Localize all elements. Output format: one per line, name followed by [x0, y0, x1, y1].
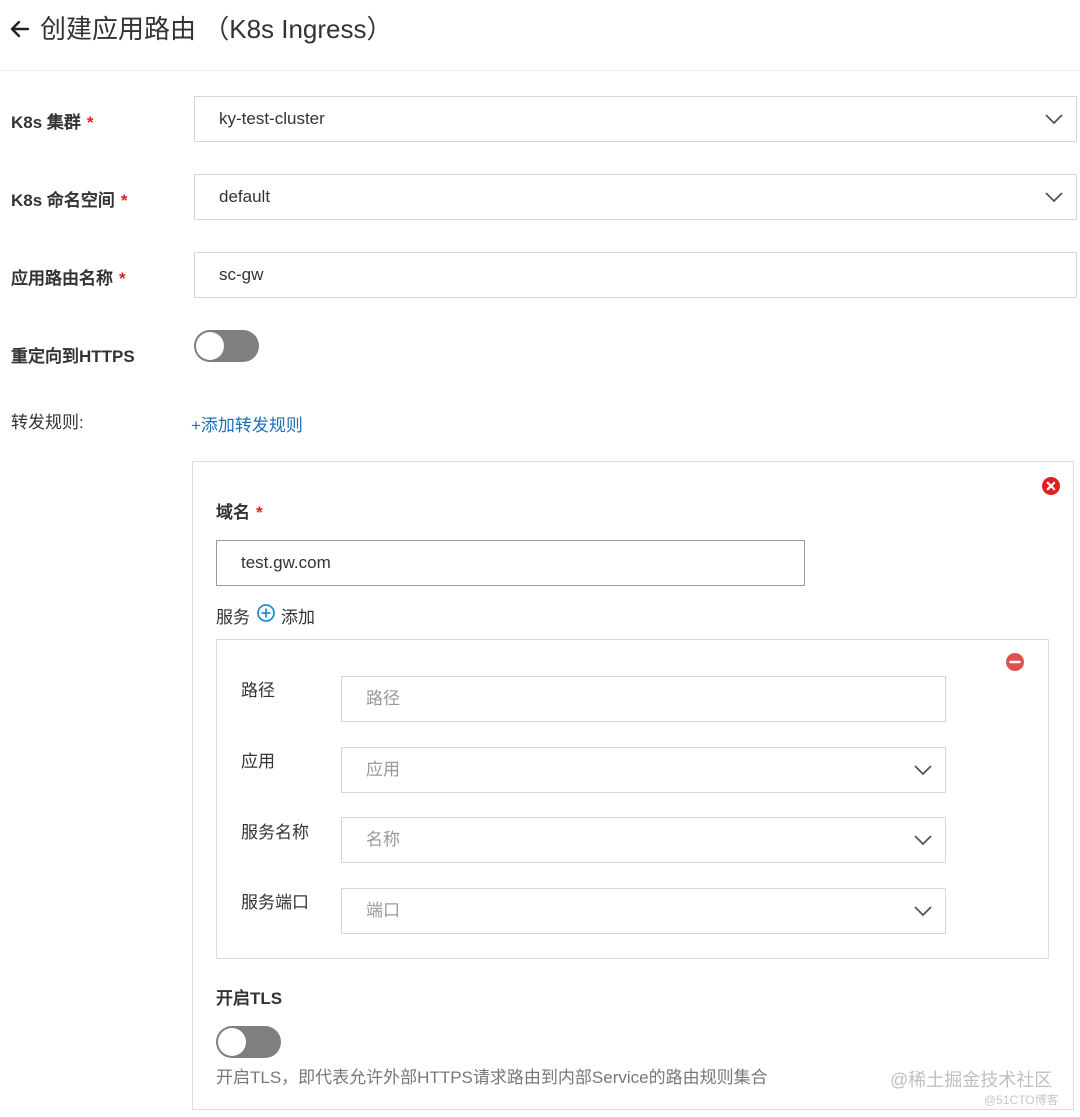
forward-rules-label: 转发规则: [11, 413, 84, 432]
service-name-label: 服务名称 [241, 823, 309, 842]
app-label: 应用 [241, 752, 275, 771]
cluster-select[interactable]: ky-test-cluster [194, 96, 1077, 142]
path-placeholder: 路径 [366, 689, 400, 708]
toggle-knob [218, 1028, 246, 1056]
route-name-input[interactable]: sc-gw [194, 252, 1077, 298]
namespace-label: K8s 命名空间 * [11, 186, 128, 211]
service-label: 服务 [216, 608, 250, 627]
add-circle-icon[interactable] [257, 604, 275, 622]
domain-input[interactable]: test.gw.com [216, 540, 805, 586]
route-name-label-text: 应用路由名称 [11, 269, 113, 288]
required-mark: * [119, 269, 126, 288]
service-name-select[interactable]: 名称 [341, 817, 946, 863]
chevron-down-icon [1045, 114, 1063, 125]
remove-service-icon[interactable] [1006, 653, 1024, 671]
watermark: @稀土掘金技术社区 [890, 1070, 1053, 1090]
route-name-label: 应用路由名称 * [11, 264, 126, 289]
domain-label: 域名 * [216, 498, 263, 523]
cluster-label: K8s 集群 * [11, 108, 94, 133]
cluster-select-value: ky-test-cluster [219, 109, 325, 128]
path-input[interactable]: 路径 [341, 676, 946, 722]
chevron-down-icon [1045, 192, 1063, 203]
page-header: 创建应用路由 （K8s Ingress） [0, 0, 1080, 71]
toggle-knob [196, 332, 224, 360]
arrow-left-icon[interactable] [8, 14, 32, 44]
namespace-select-value: default [219, 187, 271, 206]
chevron-down-icon [914, 765, 932, 776]
add-forward-rule-link[interactable]: +添加转发规则 [191, 411, 303, 436]
app-placeholder: 应用 [366, 760, 400, 779]
namespace-select[interactable]: default [194, 174, 1077, 220]
chevron-down-icon [914, 835, 932, 846]
tls-label: 开启TLS [216, 989, 283, 1008]
tls-toggle[interactable] [216, 1026, 281, 1058]
required-mark: * [256, 503, 263, 522]
add-service-button[interactable]: 添加 [281, 603, 315, 628]
service-port-select[interactable]: 端口 [341, 888, 946, 934]
redirect-https-label: 重定向到HTTPS [11, 347, 135, 366]
namespace-label-text: K8s 命名空间 [11, 191, 115, 210]
service-name-placeholder: 名称 [366, 830, 400, 849]
path-label: 路径 [241, 681, 275, 700]
required-mark: * [86, 113, 94, 132]
redirect-https-toggle[interactable] [194, 330, 259, 362]
tls-hint: 开启TLS，即代表允许外部HTTPS请求路由到内部Service的路由规则集合 [216, 1068, 768, 1087]
domain-input-value: test.gw.com [241, 553, 331, 572]
remove-rule-icon[interactable] [1042, 477, 1060, 495]
required-mark: * [120, 191, 128, 210]
cluster-label-text: K8s 集群 [11, 113, 81, 132]
route-name-input-value: sc-gw [219, 265, 264, 284]
service-port-placeholder: 端口 [366, 901, 400, 920]
app-select[interactable]: 应用 [341, 747, 946, 793]
service-port-label: 服务端口 [241, 893, 309, 912]
chevron-down-icon [914, 906, 932, 917]
watermark-sub: @51CTO博客 [984, 1093, 1059, 1107]
page-title: 创建应用路由 （K8s Ingress） [40, 14, 393, 44]
domain-label-text: 域名 [216, 503, 250, 522]
